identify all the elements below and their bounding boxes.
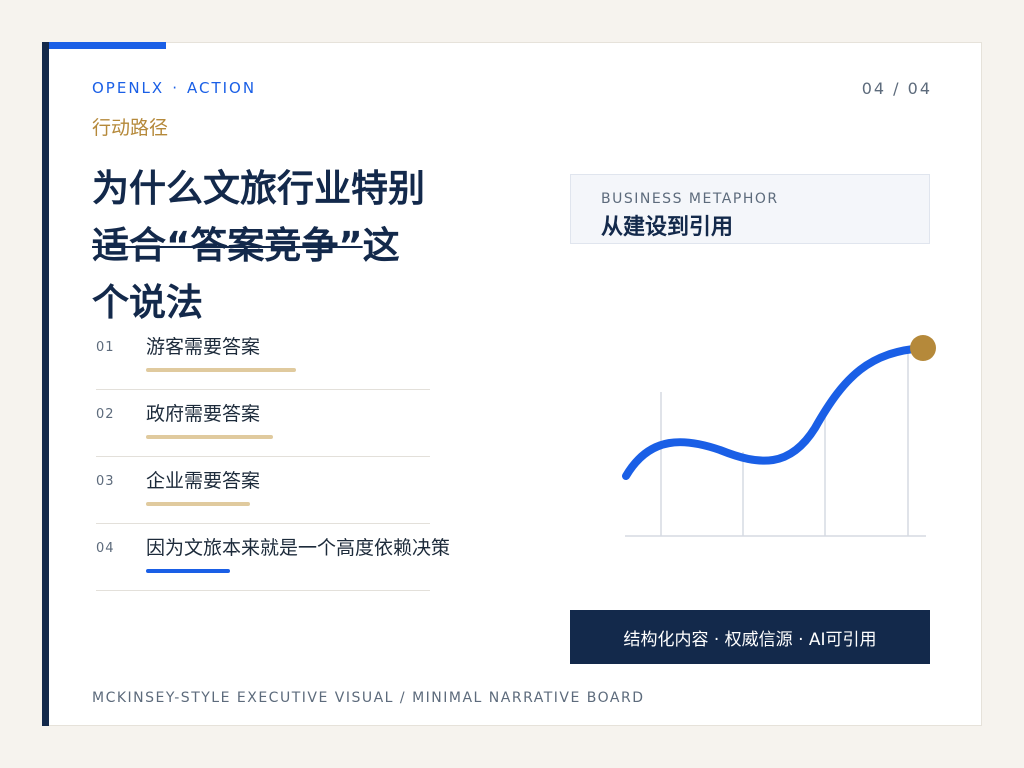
list-item-number: 01 bbox=[96, 340, 115, 355]
metaphor-box: BUSINESS METAPHOR 从建设到引用 bbox=[570, 174, 930, 244]
list-item-label: 游客需要答案 bbox=[146, 336, 261, 358]
brand-label: OPENLX · ACTION bbox=[92, 79, 256, 97]
metaphor-caption: BUSINESS METAPHOR bbox=[601, 191, 779, 207]
list-item-underline bbox=[146, 502, 250, 506]
growth-curve-illustration bbox=[622, 335, 936, 537]
list-item-underline bbox=[146, 569, 230, 573]
page-indicator: 04 / 04 bbox=[861, 79, 932, 98]
list-item: 03 企业需要答案 bbox=[96, 457, 430, 524]
page-title: 为什么文旅行业特别 适合“答案竞争”这 个说法 bbox=[92, 160, 512, 331]
growth-curve bbox=[622, 344, 927, 480]
left-accent-rule bbox=[42, 42, 49, 726]
list-item-number: 02 bbox=[96, 407, 115, 422]
metaphor-headline: 从建设到引用 bbox=[601, 215, 734, 240]
title-line-2-quote: “答案竞争” bbox=[166, 224, 363, 267]
title-line-2-struck: 适合“答案竞争” bbox=[92, 224, 363, 267]
brand-separator: · bbox=[172, 79, 179, 97]
brand-name: OPENLX bbox=[92, 79, 165, 97]
list-item-label: 政府需要答案 bbox=[146, 403, 261, 425]
list-item-number: 04 bbox=[96, 541, 115, 556]
top-accent-bar bbox=[49, 42, 166, 49]
section-kicker: 行动路径 bbox=[92, 117, 169, 139]
summary-banner: 结构化内容 · 权威信源 · AI可引用 bbox=[570, 610, 930, 664]
curve-endpoint-marker bbox=[910, 335, 936, 361]
list-item: 01 游客需要答案 bbox=[96, 323, 430, 390]
list-item-underline bbox=[146, 435, 273, 439]
list-item: 02 政府需要答案 bbox=[96, 390, 430, 457]
title-line-2-plain: 适合 bbox=[92, 224, 166, 267]
list-item: 04 因为文旅本来就是一个高度依赖决策 bbox=[96, 524, 450, 591]
reason-list: 01 游客需要答案 02 政府需要答案 03 企业需要答案 04 因为文旅本来就… bbox=[96, 323, 450, 591]
list-item-number: 03 bbox=[96, 474, 115, 489]
footer-caption: MCKINSEY-STYLE EXECUTIVE VISUAL / MINIMA… bbox=[92, 690, 645, 706]
title-line-1: 为什么文旅行业特别 bbox=[92, 167, 425, 210]
brand-section: ACTION bbox=[186, 79, 257, 97]
list-item-underline bbox=[146, 368, 296, 372]
title-line-3: 个说法 bbox=[92, 281, 203, 324]
list-item-label: 因为文旅本来就是一个高度依赖决策 bbox=[146, 537, 451, 559]
title-line-2-tail: 这 bbox=[362, 224, 400, 267]
list-item-label: 企业需要答案 bbox=[146, 470, 261, 492]
